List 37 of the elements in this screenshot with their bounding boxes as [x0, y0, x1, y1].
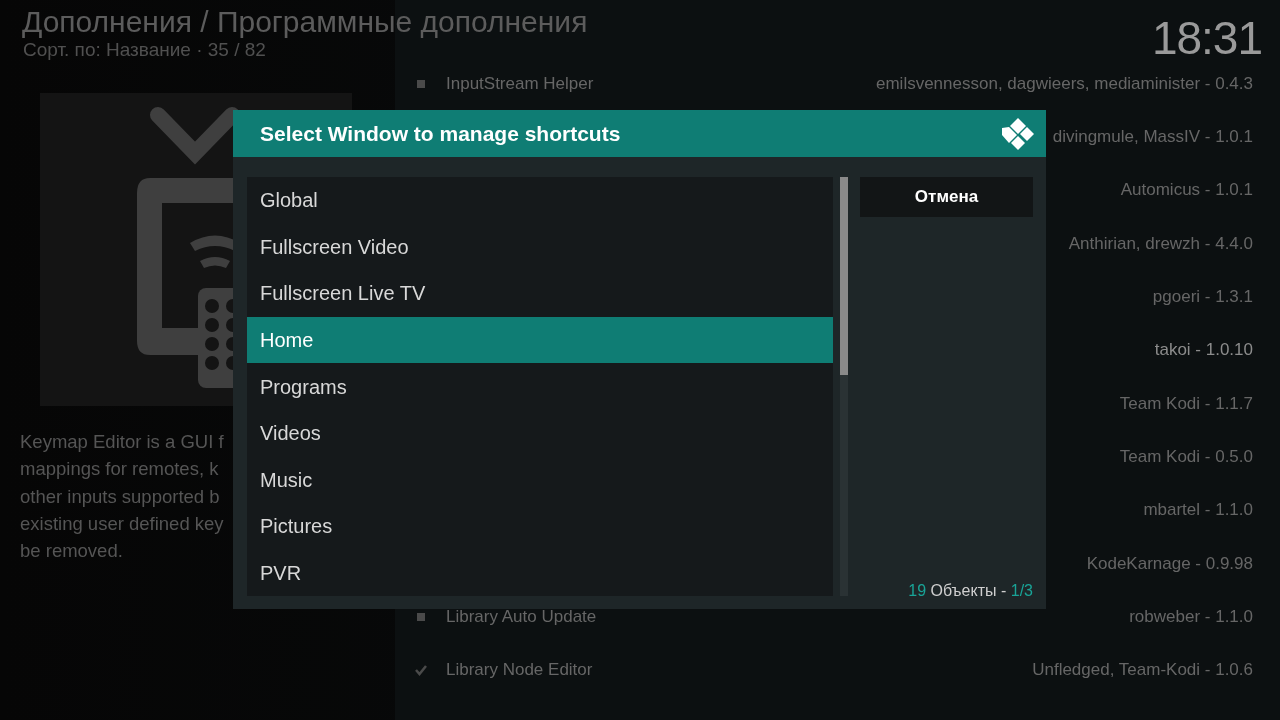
list-item[interactable]: Fullscreen Video [247, 223, 833, 271]
addon-author: pgoeri - 1.3.1 [1152, 286, 1253, 309]
sort-info: Сорт. по: Название · 35 / 82 [23, 38, 266, 62]
list-item[interactable]: Programs [247, 363, 833, 410]
description-text: Keymap Editor is a GUI f [20, 430, 224, 454]
cancel-button[interactable]: Отмена [860, 177, 1033, 217]
item-count: 19 [908, 582, 927, 599]
description-text: existing user defined key [20, 511, 224, 536]
description-text: other inputs supported b [20, 484, 221, 509]
description-text: mappings for remotes, k [20, 457, 220, 482]
addon-author: Anthirian, drewzh - 4.4.0 [1068, 232, 1253, 255]
scrollbar[interactable] [840, 177, 848, 596]
addon-author: emilsvennesson, dagwieers, mediaminister - 0.4.3 [876, 72, 1253, 95]
addon-author: Team Kodi - 0.5.0 [1119, 445, 1253, 468]
addon-author: Unfledged, Team-Kodi - 1.0.6 [1032, 659, 1253, 682]
page-indicator: 1/3 [1010, 582, 1033, 599]
page-title: Дополнения / Программные дополнения [22, 4, 588, 40]
list-item[interactable]: Fullscreen Live TV [247, 270, 833, 317]
list-item[interactable]: Home [247, 316, 833, 364]
logo-icon [1002, 117, 1034, 150]
description-text: be removed. [20, 539, 124, 564]
addon-author: robweber - 1.1.0 [1129, 605, 1253, 628]
clock: 18:31 [1151, 11, 1262, 66]
addon-author: KodeKarnage - 0.9.98 [1086, 552, 1253, 575]
list-item[interactable]: Videos [247, 409, 833, 457]
addon-author: takoi - 1.0.10 [1154, 339, 1253, 362]
list-item[interactable]: Music [247, 456, 833, 504]
count-label: Объекты - [930, 582, 1007, 599]
list-item[interactable]: Pictures [247, 503, 833, 550]
scrollbar-thumb[interactable] [840, 177, 848, 375]
addon-author: divingmule, MassIV - 1.0.1 [1052, 126, 1253, 149]
dialog-title: Select Window to manage shortcuts [260, 120, 621, 147]
addon-author: mbartel - 1.1.0 [1143, 499, 1253, 522]
list-item[interactable]: Global [247, 177, 833, 224]
addon-author: Automicus - 1.0.1 [1120, 179, 1253, 202]
list-item[interactable]: PVR [247, 549, 833, 596]
addon-author: Team Kodi - 1.1.7 [1119, 392, 1253, 415]
